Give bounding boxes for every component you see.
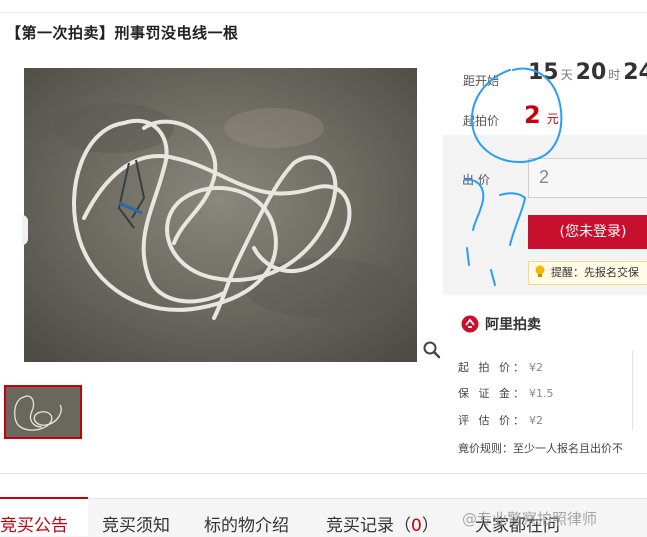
tab-bid-records[interactable]: 竞买记录（0） bbox=[326, 499, 441, 536]
thumbnail-1[interactable] bbox=[4, 385, 82, 439]
zoom-icon[interactable] bbox=[422, 340, 442, 360]
countdown-minutes: 24 bbox=[623, 60, 647, 85]
watermark: @专业警察拍照律师 bbox=[462, 510, 598, 528]
alibaba-auction-logo-icon bbox=[461, 315, 479, 333]
countdown-hours: 20 bbox=[575, 60, 607, 85]
top-divider bbox=[0, 12, 647, 13]
main-product-image[interactable] bbox=[24, 68, 417, 362]
info-bid-rule: 竟价规则：至少一人报名且出价不 bbox=[458, 442, 623, 455]
info-divider bbox=[632, 350, 633, 430]
carousel-prev-edge[interactable] bbox=[22, 215, 28, 245]
hours-unit: 时 bbox=[608, 68, 621, 82]
page-title: 【第一次拍卖】刑事罚没电线一根 bbox=[6, 24, 239, 42]
info-deposit: 保 证 金： ¥1.5 bbox=[458, 387, 554, 400]
blue-scribble-annotation bbox=[464, 67, 563, 286]
tab-item-intro[interactable]: 标的物介绍 bbox=[204, 499, 302, 536]
brand-name: 阿里拍卖 bbox=[485, 317, 541, 333]
tab-auction-notice[interactable]: 竞买公告 bbox=[0, 497, 88, 536]
section-divider bbox=[0, 473, 647, 474]
tab-bidding-rules[interactable]: 竞买须知 bbox=[102, 499, 188, 536]
info-estimate: 评 估 价： ¥2 bbox=[458, 414, 543, 427]
info-start-price: 起 拍 价： ¥2 bbox=[458, 361, 543, 374]
